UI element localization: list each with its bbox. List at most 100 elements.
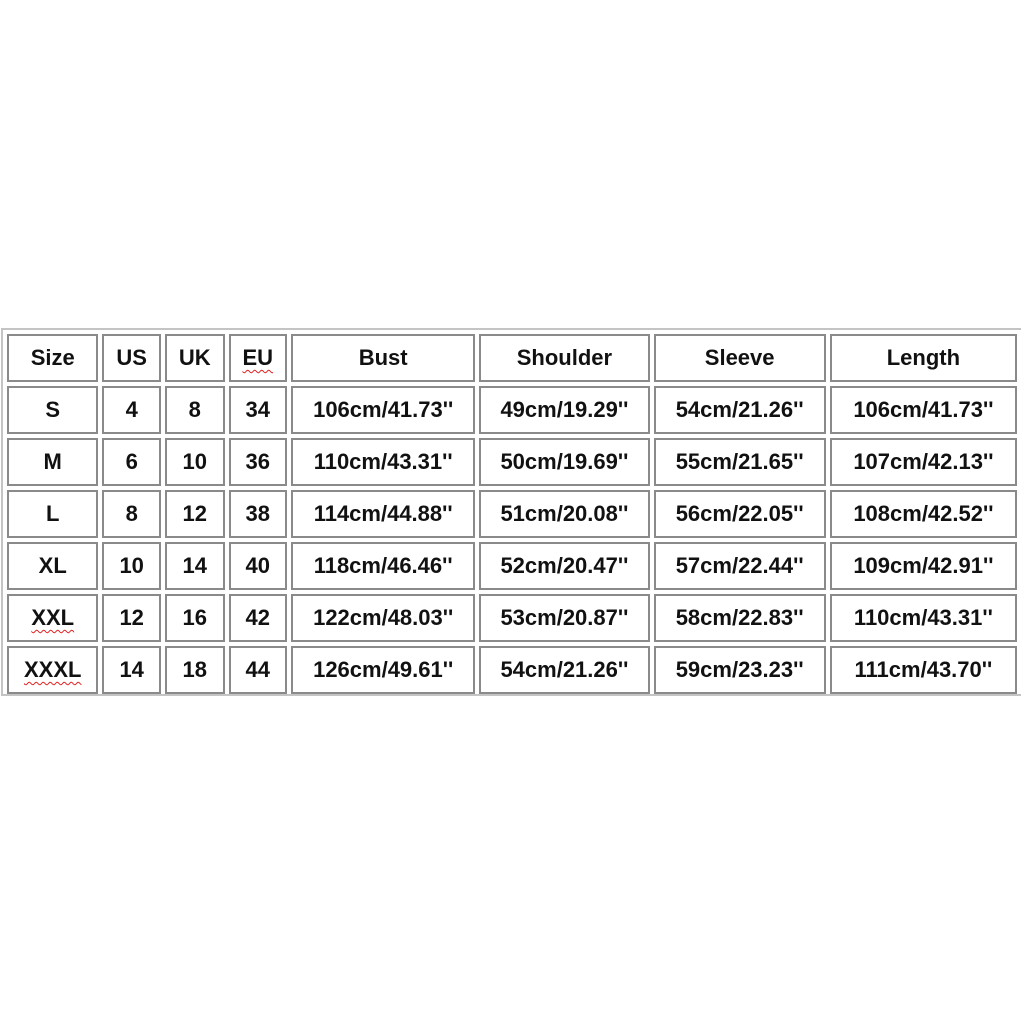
cell-text: 18 [182,657,207,682]
cell-text: S [45,397,61,422]
cell-text: 10 [119,553,144,578]
table-cell: 59cm/23.23'' [653,646,826,694]
table-cell: 12 [164,490,225,538]
table-cell: 42 [228,594,288,642]
header-row: Size US UK EU Bust Shoulder Sleeve Length [7,334,1017,382]
table-cell: 49cm/19.29'' [479,386,650,434]
cell-text: 50cm/19.69'' [500,449,629,474]
size-table: Size US UK EU Bust Shoulder Sleeve Length S 4 8 34 1… [3,330,1021,698]
table-cell: 4 [102,386,161,434]
table-cell: 108cm/42.52'' [829,490,1017,538]
cell-text: 42 [245,605,270,630]
cell-text: 14 [182,553,207,578]
table-cell: UK [164,334,225,382]
cell-text: XXL [31,605,75,630]
cell-text: 55cm/21.65'' [675,449,804,474]
table-cell: 10 [164,438,225,486]
table-row: L 8 12 38 114cm/44.88'' 51cm/20.08'' 56cm/22.0… [7,490,1017,538]
cell-text: 122cm/48.03'' [313,605,454,630]
table-cell: 109cm/42.91'' [829,542,1017,590]
cell-text: 10 [182,449,207,474]
table-cell: 110cm/43.31'' [829,594,1017,642]
cell-text: 106cm/41.73'' [313,397,454,422]
table-cell: 54cm/21.26'' [479,646,650,694]
cell-text: Sleeve [704,345,775,370]
cell-text: UK [178,345,211,370]
table-cell: 12 [102,594,161,642]
table-cell: EU [228,334,288,382]
table-cell: 111cm/43.70'' [829,646,1017,694]
table-cell: Sleeve [653,334,826,382]
cell-text: 54cm/21.26'' [675,397,804,422]
cell-text: 110cm/43.31'' [313,449,453,474]
table-row: XL 10 14 40 118cm/46.46'' 52cm/20.47'' 57cm/22… [7,542,1017,590]
table-row: S 4 8 34 106cm/41.73'' 49cm/19.29'' 54cm/21.26… [7,386,1017,434]
table-cell: M [7,438,99,486]
cell-text: 4 [125,397,138,422]
table-cell: 14 [164,542,225,590]
table-cell: 118cm/46.46'' [291,542,476,590]
cell-text: M [43,449,62,474]
cell-text: 111cm/43.70'' [854,657,993,682]
table-cell: 126cm/49.61'' [291,646,476,694]
cell-text: EU [242,345,274,370]
table-cell: XL [7,542,99,590]
table-cell: 38 [228,490,288,538]
cell-text: 12 [182,501,207,526]
table-cell: 40 [228,542,288,590]
cell-text: 114cm/44.88'' [313,501,453,526]
table-cell: 52cm/20.47'' [479,542,650,590]
cell-text: 59cm/23.23'' [675,657,804,682]
cell-text: XL [38,553,67,578]
cell-text: 36 [245,449,270,474]
cell-text: Bust [358,345,408,370]
table-cell: 110cm/43.31'' [291,438,476,486]
table-cell: 14 [102,646,161,694]
cell-text: 57cm/22.44'' [675,553,804,578]
cell-text: 58cm/22.83'' [675,605,804,630]
table-cell: 114cm/44.88'' [291,490,476,538]
table-cell: 57cm/22.44'' [653,542,826,590]
table-cell: US [102,334,161,382]
cell-text: 14 [119,657,144,682]
cell-text: 8 [188,397,201,422]
cell-text: 110cm/43.31'' [853,605,993,630]
table-cell: 56cm/22.05'' [653,490,826,538]
table-cell: XXL [7,594,99,642]
size-chart: Size US UK EU Bust Shoulder Sleeve Length S 4 8 34 1… [1,328,1021,696]
cell-text: 118cm/46.46'' [313,553,453,578]
cell-text: 106cm/41.73'' [853,397,994,422]
cell-text: 44 [245,657,270,682]
cell-text: 108cm/42.52'' [853,501,994,526]
table-cell: 10 [102,542,161,590]
cell-text: 54cm/21.26'' [500,657,629,682]
table-cell: 16 [164,594,225,642]
table-row: M 6 10 36 110cm/43.31'' 50cm/19.69'' 55cm/21.6… [7,438,1017,486]
table-cell: Bust [291,334,476,382]
cell-text: 8 [125,501,138,526]
table-cell: 51cm/20.08'' [479,490,650,538]
table-cell: 106cm/41.73'' [829,386,1017,434]
cell-text: US [116,345,147,370]
table-cell: 107cm/42.13'' [829,438,1017,486]
table-cell: 36 [228,438,288,486]
cell-text: 51cm/20.08'' [500,501,629,526]
cell-text: 34 [245,397,270,422]
table-cell: XXXL [7,646,99,694]
table-cell: 53cm/20.87'' [479,594,650,642]
table-cell: 34 [228,386,288,434]
cell-text: 6 [125,449,138,474]
table-cell: 6 [102,438,161,486]
table-cell: 8 [102,490,161,538]
table-cell: Size [7,334,99,382]
cell-text: 126cm/49.61'' [313,657,454,682]
table-cell: 106cm/41.73'' [291,386,476,434]
table-cell: 54cm/21.26'' [653,386,826,434]
cell-text: 12 [119,605,144,630]
table-cell: 8 [164,386,225,434]
table-cell: L [7,490,99,538]
table-cell: 58cm/22.83'' [653,594,826,642]
table-cell: 18 [164,646,225,694]
table-cell: Length [829,334,1017,382]
table-cell: 55cm/21.65'' [653,438,826,486]
